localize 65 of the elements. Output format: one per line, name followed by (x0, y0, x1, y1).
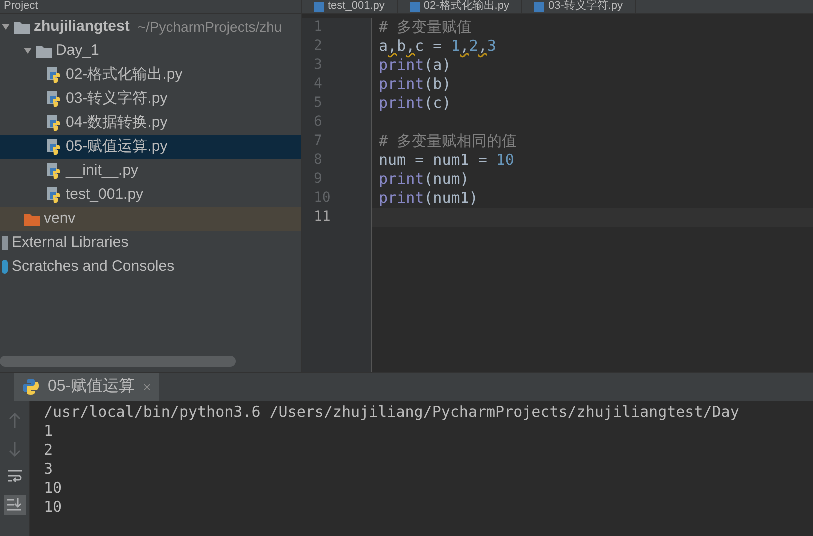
console-output-line: 1 (44, 422, 54, 441)
python-file-icon (534, 2, 544, 12)
console-icon (2, 260, 8, 274)
scroll-to-end-icon[interactable] (4, 495, 26, 515)
folder-icon (24, 212, 40, 226)
python-file-icon (46, 67, 62, 83)
horizontal-scrollbar[interactable] (0, 356, 236, 367)
folder-icon (14, 20, 30, 34)
editor-tab[interactable]: test_001.py (302, 0, 398, 13)
tree-item[interactable]: Day_1 (0, 39, 301, 63)
tree-item[interactable]: 04-数据转换.py (0, 111, 301, 135)
project-path: ~/PycharmProjects/zhu (138, 18, 282, 37)
tree-item-label: Scratches and Consoles (12, 256, 175, 277)
console-output-line: /usr/local/bin/python3.6 /Users/zhujiliang/PycharmProjects/zhujiliangtest/Day (44, 403, 740, 422)
code-line: num = num1 = 10 (379, 150, 514, 172)
tree-item-label: 03-转义字符.py (66, 88, 168, 109)
python-file-icon (46, 163, 62, 179)
tree-item-label: venv (44, 208, 76, 229)
tree-item[interactable]: 02-格式化输出.py (0, 63, 301, 87)
tree-item-label: 02-格式化输出.py (66, 64, 183, 85)
tree-item[interactable]: 03-转义字符.py (0, 87, 301, 111)
code-line: print(num1) (379, 188, 478, 210)
code-line: print(a) (379, 55, 452, 76)
code-line: print(b) (379, 74, 452, 96)
run-tab-label: 05-赋值运算 (48, 377, 136, 397)
tree-item[interactable]: External Libraries (0, 231, 301, 255)
tree-item-label: 04-数据转换.py (66, 112, 168, 133)
line-number: 11 (314, 208, 331, 227)
expand-arrow-icon[interactable] (2, 23, 10, 31)
code-line: print(num) (379, 169, 470, 190)
python-file-icon (46, 139, 62, 155)
code-line: a,b,c = 1,2,3 (379, 36, 496, 58)
tree-item-label: 05-赋值运算.py (66, 136, 168, 157)
tree-item[interactable]: test_001.py (0, 183, 301, 207)
python-file-icon (46, 115, 62, 131)
python-file-icon (46, 187, 62, 203)
tree-item[interactable]: 05-赋值运算.py (0, 135, 301, 159)
python-file-icon (46, 91, 62, 107)
tree-item-label: Day_1 (56, 40, 100, 61)
tree-item-label: test_001.py (66, 184, 144, 205)
tree-item-label: __init__.py (66, 160, 139, 181)
folder-icon (36, 44, 52, 58)
expand-arrow-icon[interactable] (24, 47, 32, 55)
panel-title: Project (4, 1, 38, 12)
python-file-icon (314, 2, 324, 12)
console-output-line: 2 (44, 441, 54, 460)
tree-item[interactable]: zhujiliangtest ~/PycharmProjects/zhu (0, 15, 301, 39)
soft-wrap-icon[interactable] (6, 469, 22, 483)
tree-item[interactable]: __init__.py (0, 159, 301, 183)
console-output-line: 10 (44, 479, 64, 498)
python-file-icon (410, 2, 420, 12)
code-line: # 多变量赋相同的值 (379, 131, 518, 152)
python-logo-icon (22, 378, 40, 396)
tree-item[interactable]: venv (0, 207, 301, 231)
editor-tab[interactable]: 02-格式化输出.py (398, 0, 522, 13)
library-icon (2, 236, 8, 250)
console-output-line: 10 (44, 498, 64, 517)
tree-item-label: zhujiliangtest (34, 16, 130, 37)
code-line: # 多变量赋值 (379, 17, 472, 38)
run-tab[interactable]: 05-赋值运算 × (14, 373, 160, 401)
tree-item[interactable]: Scratches and Consoles (0, 255, 301, 279)
editor-tab[interactable]: 03-转义字符.py (522, 0, 636, 13)
tree-item-label: External Libraries (12, 232, 129, 253)
console-output-line: 3 (44, 460, 54, 479)
code-line: print(c) (379, 93, 452, 114)
